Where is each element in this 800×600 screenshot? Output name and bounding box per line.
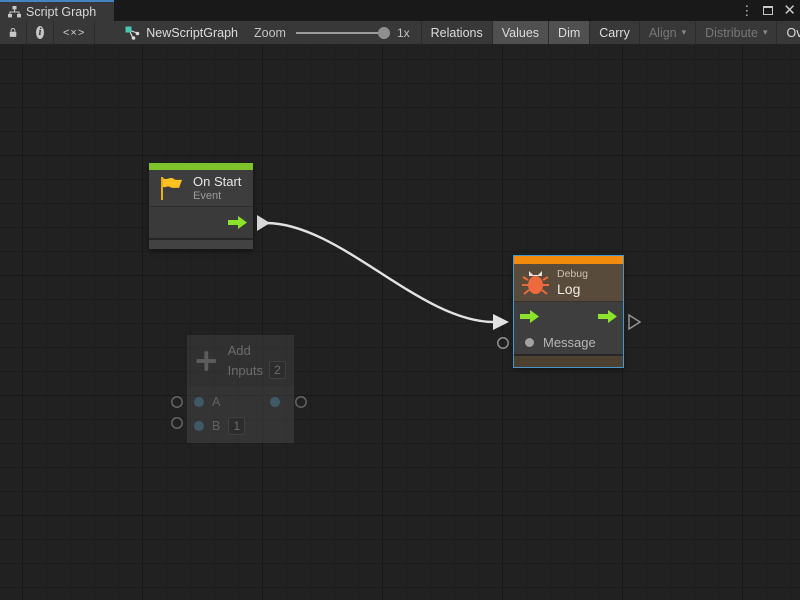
port-a-label: A	[212, 395, 220, 409]
inputs-label: Inputs	[228, 363, 263, 378]
node-subtitle: Event	[193, 190, 241, 202]
tab-label: Script Graph	[26, 5, 96, 19]
flow-input-port[interactable]	[520, 310, 539, 323]
value-input-port-a[interactable]	[194, 397, 204, 407]
value-output-port[interactable]	[270, 397, 280, 407]
node-debug-log[interactable]: Debug Log Message	[514, 256, 623, 367]
plus-icon	[195, 346, 218, 376]
flow-output-port[interactable]	[598, 310, 617, 323]
overview-button[interactable]: Overview	[777, 21, 800, 44]
node-footer	[149, 238, 253, 249]
flag-icon	[157, 175, 185, 202]
node-on-start[interactable]: On Start Event	[149, 163, 253, 249]
value-input-port-b[interactable]	[194, 421, 204, 431]
event-colorbar	[149, 163, 253, 170]
graph-hierarchy-icon	[8, 6, 21, 18]
script-graph-window: Script Graph ⋮ ✕ i <×>	[0, 0, 800, 600]
align-button[interactable]: Align▾	[640, 21, 696, 44]
zoom-control: Zoom 1x	[254, 21, 418, 44]
wire-on-start-to-log[interactable]	[266, 223, 494, 322]
add-input-b-unconnected-icon[interactable]	[172, 418, 182, 428]
info-icon: i	[36, 26, 44, 39]
graph-canvas[interactable]: On Start Event Debug	[0, 45, 800, 600]
graph-reference[interactable]: NewScriptGraph	[95, 21, 248, 44]
flow-output-unconnected-icon[interactable]	[629, 315, 640, 329]
tab-script-graph[interactable]: Script Graph	[0, 0, 114, 21]
add-input-a-unconnected-icon[interactable]	[172, 397, 182, 407]
wire-end-arrow-icon	[493, 314, 509, 330]
zoom-slider-handle[interactable]	[378, 27, 390, 39]
graph-name: NewScriptGraph	[146, 26, 238, 40]
message-value-port[interactable]	[525, 338, 534, 347]
caret-down-icon: ▾	[682, 27, 687, 38]
node-category: Debug	[557, 268, 588, 280]
lock-icon	[9, 26, 17, 39]
code-view-button[interactable]: <×>	[54, 21, 95, 44]
node-title: On Start	[193, 174, 241, 189]
port-b-label: B	[212, 419, 220, 433]
inputs-count-field[interactable]: 2	[269, 361, 286, 379]
message-port-unconnected-icon[interactable]	[498, 338, 508, 348]
message-port-label: Message	[543, 335, 596, 350]
zoom-label: Zoom	[254, 26, 286, 40]
maximize-icon[interactable]	[763, 6, 773, 15]
flow-output-port[interactable]	[228, 216, 247, 229]
values-button[interactable]: Values	[493, 21, 549, 44]
titlebar: Script Graph ⋮ ✕	[0, 0, 800, 21]
zoom-value: 1x	[397, 26, 410, 40]
distribute-button[interactable]: Distribute▾	[696, 21, 777, 44]
add-output-unconnected-icon[interactable]	[296, 397, 306, 407]
node-add[interactable]: Add Inputs 2 A B 1	[187, 335, 294, 443]
code-view-icon: <×>	[63, 27, 85, 39]
node-title: Add	[228, 343, 286, 358]
close-icon[interactable]: ✕	[783, 3, 796, 18]
carry-button[interactable]: Carry	[590, 21, 640, 44]
node-footer	[514, 354, 623, 367]
port-b-value-field[interactable]: 1	[228, 417, 245, 435]
bug-icon	[522, 269, 549, 297]
info-button[interactable]: i	[27, 21, 54, 44]
relations-button[interactable]: Relations	[422, 21, 493, 44]
node-title: Log	[557, 281, 588, 297]
dim-button[interactable]: Dim	[549, 21, 590, 44]
debug-colorbar	[514, 256, 623, 264]
caret-down-icon: ▾	[763, 27, 768, 38]
zoom-slider[interactable]	[296, 32, 388, 34]
script-graph-asset-icon	[125, 26, 140, 40]
lock-button[interactable]	[0, 21, 27, 44]
window-menu-icon[interactable]: ⋮	[740, 4, 753, 17]
graph-toolbar: i <×> NewScriptGraph Zoom 1x Relations V…	[0, 21, 800, 45]
connection-layer	[0, 45, 800, 600]
